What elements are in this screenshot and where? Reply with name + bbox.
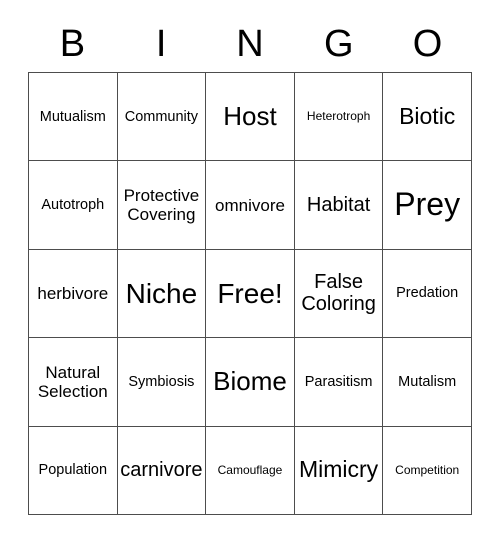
bingo-cell-label: Free! <box>217 277 283 309</box>
bingo-cell-label: False Coloring <box>301 271 376 316</box>
bingo-cell-r2-c2[interactable]: Protective Covering <box>117 161 207 250</box>
bingo-cell-label: herbivore <box>37 283 109 303</box>
bingo-cell-label: Prey <box>394 186 461 223</box>
bingo-cell-r2-c3[interactable]: omnivore <box>206 161 295 250</box>
bingo-cell-label: Natural Selection <box>37 362 108 401</box>
bingo-cell-r1-c1[interactable]: Mutualism <box>29 73 118 162</box>
bingo-cell-label: omnivore <box>215 195 285 215</box>
bingo-cell-label: Habitat <box>306 193 371 216</box>
bingo-cell-label: Autotroph <box>41 196 105 213</box>
bingo-cell-r3-c5[interactable]: Predation <box>383 249 472 339</box>
bingo-cell-r2-c5[interactable]: Prey <box>383 161 472 250</box>
bingo-cell-r5-c3[interactable]: Camouflage <box>206 426 295 515</box>
bingo-cell-label: Parasitism <box>304 373 373 390</box>
bingo-cell-label: Camouflage <box>217 462 283 477</box>
bingo-cell-r4-c4[interactable]: Parasitism <box>294 338 384 427</box>
bingo-cell-r4-c1[interactable]: Natural Selection <box>29 338 118 427</box>
bingo-header-letter-g: G <box>324 23 354 65</box>
bingo-cell-label: Symbiosis <box>128 373 195 390</box>
bingo-cell-r4-c2[interactable]: Symbiosis <box>117 338 207 427</box>
bingo-grid: Mutualism Community Host Heterotroph Biotic A… <box>28 72 472 515</box>
bingo-cell-r3-c4[interactable]: False Coloring <box>294 249 384 339</box>
bingo-cell-r2-c4[interactable]: Habitat <box>294 161 384 250</box>
bingo-card: B I N G O Mutualism Community Host Heterotroph B… <box>0 0 500 544</box>
bingo-header-letter-n: N <box>236 23 264 65</box>
bingo-cell-label: Mutualism <box>39 108 106 125</box>
bingo-cell-label: Mimicry <box>298 456 379 483</box>
bingo-cell-label: carnivore <box>120 459 203 482</box>
bingo-header-letter-i: I <box>155 23 167 65</box>
bingo-free-space[interactable]: Free! <box>206 249 295 339</box>
bingo-cell-label: Mutalism <box>398 373 457 390</box>
bingo-cell-r2-c1[interactable]: Autotroph <box>29 161 118 250</box>
bingo-cell-label: Heterotroph <box>306 108 371 123</box>
bingo-cell-r1-c4[interactable]: Heterotroph <box>294 73 384 162</box>
bingo-cell-r4-c3[interactable]: Biome <box>206 338 295 427</box>
bingo-cell-r4-c5[interactable]: Mutalism <box>383 338 472 427</box>
bingo-header-letter-o: O <box>412 23 443 65</box>
bingo-cell-label: Biotic <box>399 102 456 129</box>
bingo-cell-r1-c3[interactable]: Host <box>206 73 295 162</box>
bingo-cell-label: Protective Covering <box>123 186 200 225</box>
bingo-cell-r1-c5[interactable]: Biotic <box>383 73 472 162</box>
bingo-header-row: BINGO <box>28 16 472 72</box>
bingo-cell-label: Host <box>223 101 277 132</box>
bingo-cell-label: Population <box>38 462 108 479</box>
bingo-cell-label: Competition <box>395 462 460 477</box>
bingo-header-letter-b: B <box>59 23 86 65</box>
bingo-cell-r1-c2[interactable]: Community <box>117 73 207 162</box>
bingo-cell-label: Community <box>124 108 199 125</box>
bingo-cell-label: Biome <box>213 366 287 397</box>
bingo-cell-r5-c1[interactable]: Population <box>29 426 118 515</box>
bingo-cell-r5-c5[interactable]: Competition <box>383 426 472 515</box>
bingo-cell-label: Predation <box>396 285 459 302</box>
bingo-cell-r3-c2[interactable]: Niche <box>117 249 207 339</box>
bingo-cell-r3-c1[interactable]: herbivore <box>29 249 118 339</box>
bingo-cell-r5-c4[interactable]: Mimicry <box>294 426 384 515</box>
bingo-cell-label: Niche <box>125 277 198 309</box>
bingo-cell-r5-c2[interactable]: carnivore <box>117 426 207 515</box>
